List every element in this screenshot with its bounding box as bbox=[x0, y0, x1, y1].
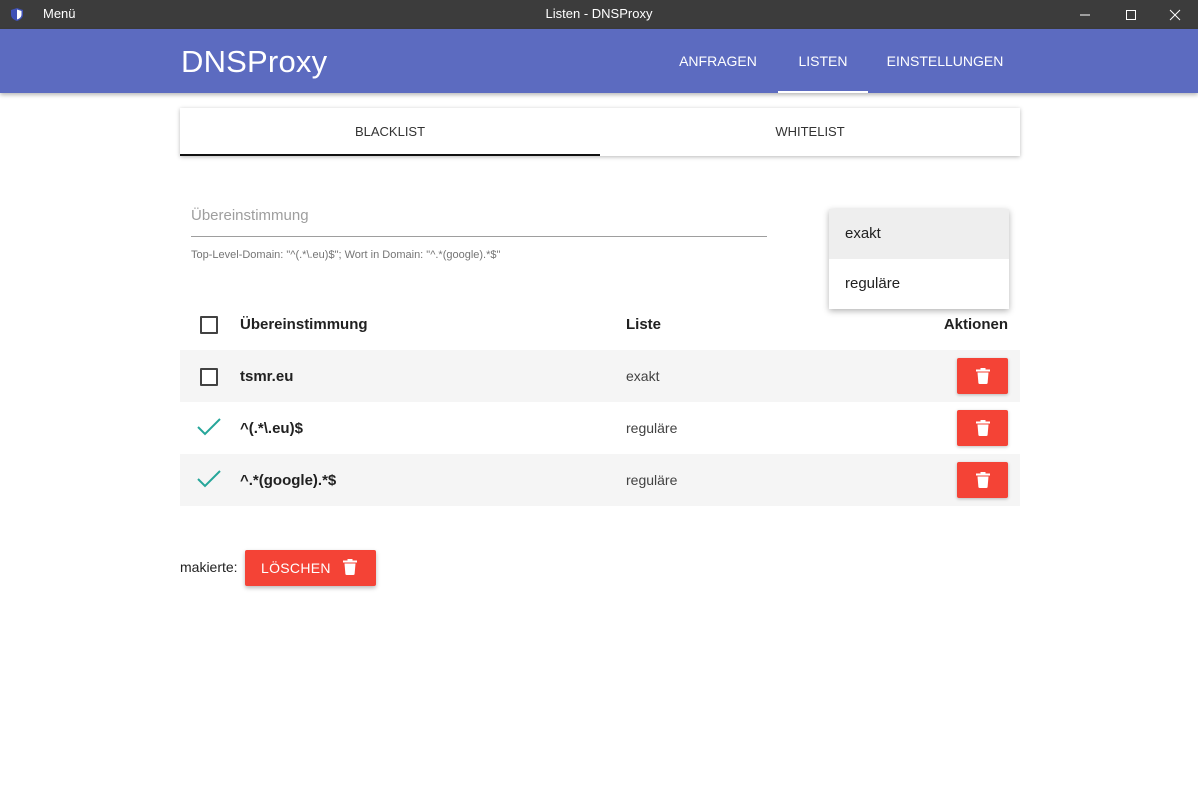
nav-tab-anfragen[interactable]: ANFRAGEN bbox=[668, 29, 768, 93]
marked-label: makierte: bbox=[180, 559, 238, 575]
nav-active-indicator bbox=[778, 91, 868, 93]
list-type-dropdown: exakt reguläre bbox=[829, 209, 1009, 309]
app-bar: DNSProxy ANFRAGEN LISTEN EINSTELLUNGEN bbox=[0, 29, 1198, 93]
select-all-checkbox[interactable] bbox=[200, 316, 218, 334]
list-tabs: BLACKLIST WHITELIST bbox=[180, 108, 1020, 156]
table-row: ^(.*\.eu)$ reguläre bbox=[180, 402, 1020, 454]
row-list: reguläre bbox=[626, 472, 678, 488]
tab-active-indicator bbox=[180, 154, 600, 156]
header-actions: Aktionen bbox=[943, 316, 1008, 333]
row-checkbox[interactable] bbox=[200, 368, 218, 386]
row-list: reguläre bbox=[626, 420, 678, 436]
table-row: ^.*(google).*$ reguläre bbox=[180, 454, 1020, 506]
window-titlebar: Menü Listen - DNSProxy bbox=[0, 0, 1198, 29]
header-match: Übereinstimmung bbox=[240, 316, 368, 333]
minimize-icon bbox=[1080, 14, 1090, 15]
match-field bbox=[191, 196, 767, 237]
delete-selected-label: LÖSCHEN bbox=[261, 560, 331, 576]
dropdown-option-exakt[interactable]: exakt bbox=[829, 209, 1009, 259]
header-list: Liste bbox=[626, 316, 662, 333]
delete-row-button[interactable] bbox=[957, 410, 1008, 446]
nav-tab-einstellungen[interactable]: EINSTELLUNGEN bbox=[878, 29, 1012, 93]
row-match: tsmr.eu bbox=[240, 368, 294, 385]
close-icon bbox=[1169, 9, 1181, 20]
table-row: tsmr.eu exakt bbox=[180, 350, 1020, 402]
brand-title: DNSProxy bbox=[181, 44, 328, 79]
row-match: ^(.*\.eu)$ bbox=[240, 420, 303, 437]
maximize-icon bbox=[1126, 9, 1136, 20]
trash-icon bbox=[343, 559, 357, 575]
nav-tab-listen[interactable]: LISTEN bbox=[778, 29, 868, 93]
table-header: Übereinstimmung Liste Aktionen bbox=[180, 298, 1020, 350]
window-title: Listen - DNSProxy bbox=[545, 6, 653, 21]
row-match: ^.*(google).*$ bbox=[240, 472, 337, 489]
trash-icon bbox=[975, 368, 990, 384]
tab-blacklist[interactable]: BLACKLIST bbox=[180, 108, 600, 156]
delete-selected-button[interactable]: LÖSCHEN bbox=[245, 550, 376, 586]
delete-row-button[interactable] bbox=[957, 462, 1008, 498]
check-icon[interactable] bbox=[196, 416, 222, 438]
trash-icon bbox=[975, 420, 990, 436]
match-hint: Top-Level-Domain: "^(.*\.eu)$"; Wort in … bbox=[191, 249, 501, 261]
match-input[interactable] bbox=[191, 201, 767, 229]
check-icon[interactable] bbox=[196, 468, 222, 490]
delete-row-button[interactable] bbox=[957, 358, 1008, 394]
close-button[interactable] bbox=[1152, 0, 1198, 29]
row-list: exakt bbox=[626, 368, 660, 384]
minimize-button[interactable] bbox=[1062, 0, 1108, 29]
tab-whitelist[interactable]: WHITELIST bbox=[600, 108, 1020, 156]
maximize-button[interactable] bbox=[1108, 0, 1154, 29]
trash-icon bbox=[975, 472, 990, 488]
